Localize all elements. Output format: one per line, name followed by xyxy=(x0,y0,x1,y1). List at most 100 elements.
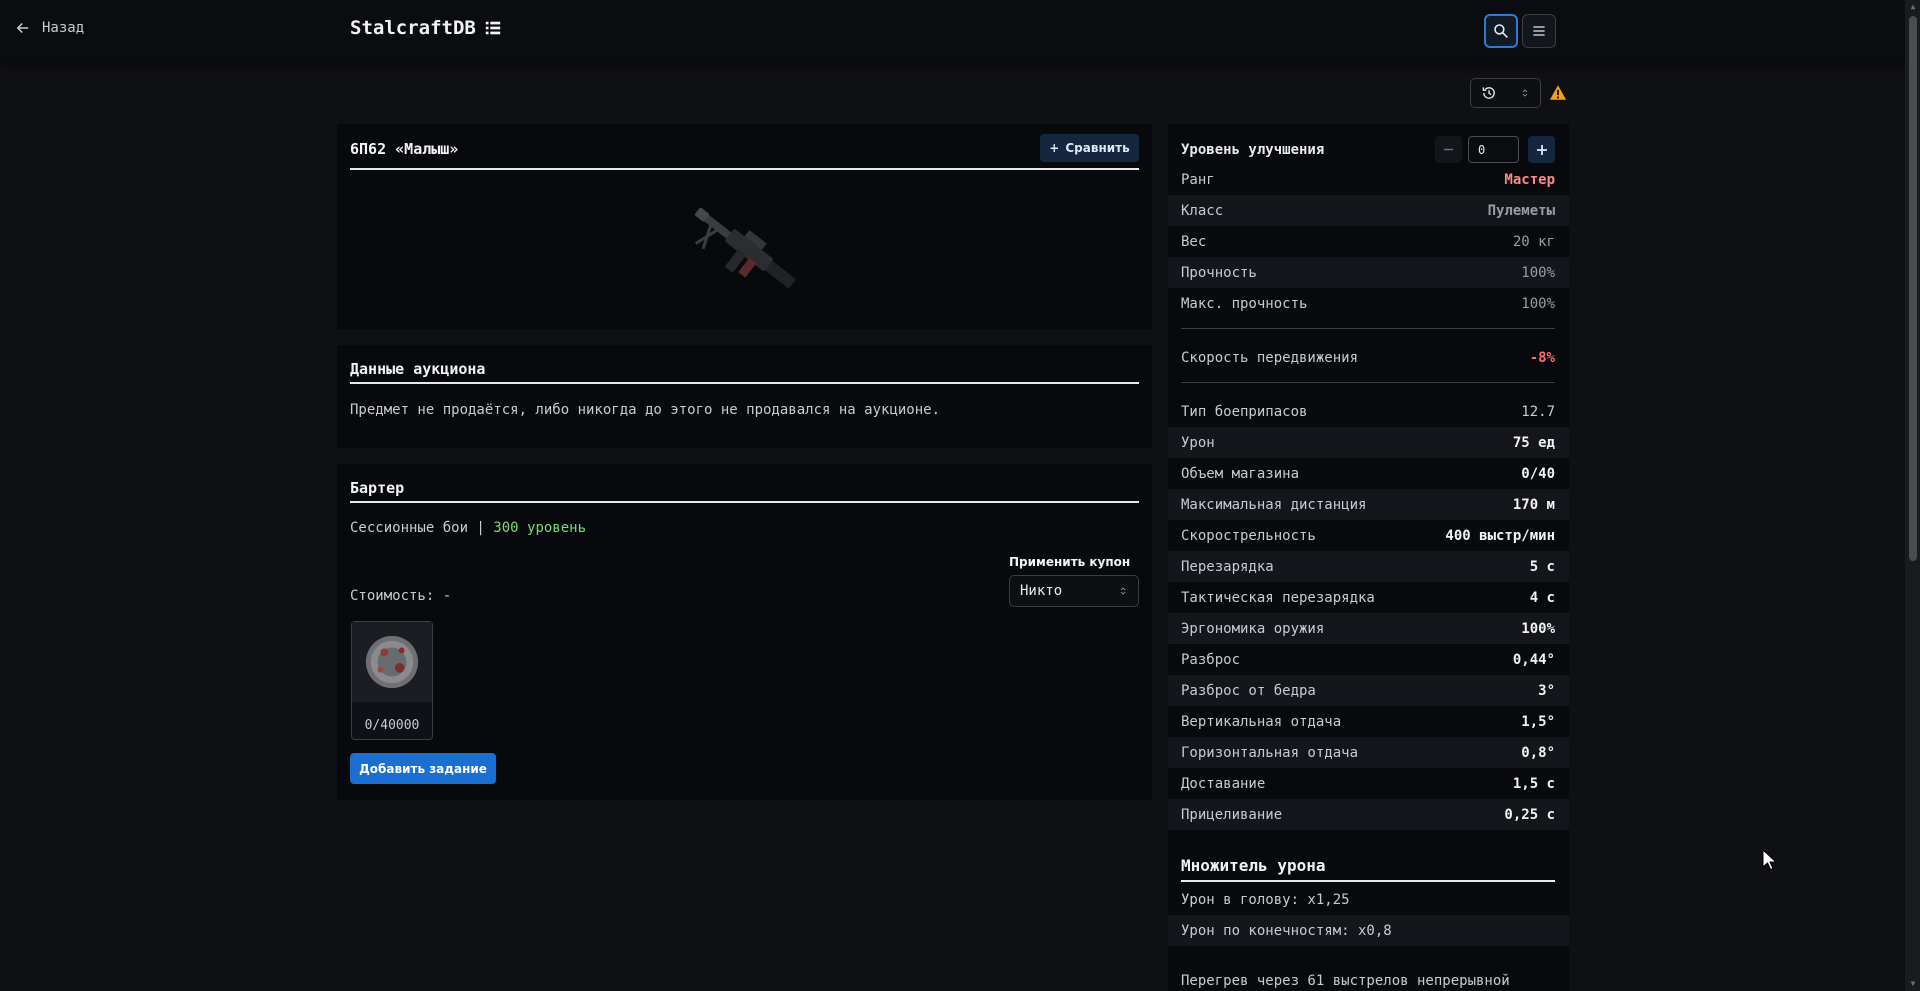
barter-item-card[interactable]: 0/40000 xyxy=(351,621,433,740)
multiplier-divider xyxy=(1181,880,1555,882)
upgrade-level-row: Уровень улучшения 0 xyxy=(1181,134,1555,166)
stat-value: 0/40 xyxy=(1521,465,1555,482)
stat-row-ammo-type: Тип боеприпасов 12.7 xyxy=(1168,396,1569,427)
stat-row-damage: Урон 75 ед xyxy=(1168,427,1569,458)
compare-button[interactable]: + Сравнить xyxy=(1040,134,1139,162)
stat-key: Вертикальная отдача xyxy=(1181,713,1342,730)
barter-level: 300 уровень xyxy=(493,520,587,536)
menu-button[interactable] xyxy=(1522,14,1556,48)
stat-row-tactical-reload: Тактическая перезарядка 4 с xyxy=(1168,582,1569,613)
stat-value: 1,5 с xyxy=(1512,775,1555,792)
stat-value: 0,44° xyxy=(1512,651,1555,668)
barter-divider xyxy=(350,501,1139,503)
stat-value: Мастер xyxy=(1504,171,1555,188)
stat-row-class: Класс Пулеметы xyxy=(1168,195,1569,226)
increment-button[interactable] xyxy=(1528,136,1555,163)
item-title: 6П62 «Малыш» xyxy=(350,140,459,158)
version-history-select[interactable] xyxy=(1470,78,1541,108)
barter-item-icon xyxy=(365,635,419,689)
barter-source: Сессионные бои | 300 уровень xyxy=(350,520,586,536)
scroll-up-arrow[interactable]: ▲ xyxy=(1909,3,1917,11)
stat-value: 20 кг xyxy=(1512,233,1555,250)
stat-key: Эргономика оружия xyxy=(1181,620,1325,637)
barter-title: Бартер xyxy=(350,479,405,497)
hamburger-icon xyxy=(1533,26,1545,36)
stat-row-move-speed: Скорость передвижения -8% xyxy=(1168,342,1569,373)
brand-logo[interactable]: StalcraftDB xyxy=(350,17,502,39)
stat-key: Класс xyxy=(1181,202,1224,219)
stat-value: -8% xyxy=(1529,349,1555,366)
stat-key: Прочность xyxy=(1181,264,1257,281)
arrow-left-icon xyxy=(16,22,29,34)
barter-item-qty: 0/40000 xyxy=(364,718,420,733)
warning-icon[interactable] xyxy=(1549,84,1567,101)
stat-row-hip-spread: Разброс от бедра 3° xyxy=(1168,675,1569,706)
plus-icon: + xyxy=(1049,141,1060,155)
stat-key: Максимальная дистанция xyxy=(1181,496,1367,513)
add-task-button[interactable]: Добавить задание xyxy=(350,753,496,784)
stat-value: 75 ед xyxy=(1512,434,1555,451)
stat-row-aim-time: Прицеливание 0,25 с xyxy=(1168,799,1569,830)
auction-divider xyxy=(350,382,1139,384)
stat-value: 100% xyxy=(1521,295,1555,312)
barter-source-text: Сессионные бои | xyxy=(350,520,485,536)
stat-row-weight: Вес 20 кг xyxy=(1168,226,1569,257)
scrollbar-thumb[interactable] xyxy=(1909,16,1917,561)
search-icon xyxy=(1494,24,1508,38)
stat-key: Макс. прочность xyxy=(1181,295,1308,312)
stat-row-rank: Ранг Мастер xyxy=(1168,164,1569,195)
limb-multiplier: Урон по конечностям: x0,8 xyxy=(1168,915,1569,946)
overheat-text: Перегрев через 61 выстрелов непрерывной xyxy=(1181,973,1510,989)
stat-value: 1,5° xyxy=(1521,713,1555,730)
coupon-select[interactable]: Никто xyxy=(1009,575,1139,607)
chevron-updown-icon xyxy=(1522,89,1528,97)
stat-key: Горизонтальная отдача xyxy=(1181,744,1359,761)
history-icon xyxy=(1482,87,1495,99)
stat-row-max-distance: Максимальная дистанция 170 м xyxy=(1168,489,1569,520)
top-bar: Назад StalcraftDB xyxy=(0,0,1905,63)
coupon-value: Никто xyxy=(1020,583,1063,599)
stat-key: Урон xyxy=(1181,434,1215,451)
compare-label: Сравнить xyxy=(1065,141,1130,155)
stat-key: Разброс от бедра xyxy=(1181,682,1316,699)
stat-value: 0,8° xyxy=(1521,744,1555,761)
stat-row-ergonomics: Эргономика оружия 100% xyxy=(1168,613,1569,644)
weapon-image xyxy=(694,207,797,289)
coupon-label: Применить купон xyxy=(1009,555,1131,569)
mouse-cursor-icon xyxy=(1762,849,1776,871)
stat-key: Доставание xyxy=(1181,775,1266,792)
plus-icon xyxy=(1536,144,1547,155)
stat-value: 4 с xyxy=(1529,589,1555,606)
chevron-updown-icon xyxy=(1120,587,1126,595)
cost-label: Стоимость: - xyxy=(350,588,452,604)
stat-key: Перезарядка xyxy=(1181,558,1274,575)
multiplier-title: Множитель урона xyxy=(1181,856,1326,875)
stat-value: 5 с xyxy=(1529,558,1555,575)
scroll-down-arrow[interactable]: ▼ xyxy=(1909,980,1917,988)
stat-row-fire-rate: Скорострельность 400 выстр/мин xyxy=(1168,520,1569,551)
minus-icon xyxy=(1443,148,1454,151)
stat-row-reload: Перезарядка 5 с xyxy=(1168,551,1569,582)
upgrade-label: Уровень улучшения xyxy=(1181,142,1325,158)
stat-key: Тип боеприпасов xyxy=(1181,403,1308,420)
decrement-button[interactable] xyxy=(1435,136,1462,163)
barter-item-thumb xyxy=(352,622,432,702)
list-icon xyxy=(485,21,501,35)
stat-value: 0,25 с xyxy=(1504,806,1555,823)
stat-value: 100% xyxy=(1521,620,1555,637)
stat-value: 3° xyxy=(1538,682,1555,699)
back-label: Назад xyxy=(42,20,85,36)
back-link[interactable]: Назад xyxy=(14,19,84,37)
head-multiplier: Урон в голову: x1,25 xyxy=(1181,891,1350,908)
stat-row-spread: Разброс 0,44° xyxy=(1168,644,1569,675)
brand-name: StalcraftDB xyxy=(350,17,476,39)
stat-key: Прицеливание xyxy=(1181,806,1283,823)
stats-divider xyxy=(1181,328,1555,329)
upgrade-level-input[interactable]: 0 xyxy=(1468,136,1519,163)
stat-key: Разброс xyxy=(1181,651,1241,668)
search-button[interactable] xyxy=(1484,14,1518,48)
stat-value: Пулеметы xyxy=(1487,202,1555,219)
stat-value: 100% xyxy=(1521,264,1555,281)
stat-value: 400 выстр/мин xyxy=(1445,527,1555,544)
auction-text: Предмет не продаётся, либо никогда до эт… xyxy=(350,402,941,418)
